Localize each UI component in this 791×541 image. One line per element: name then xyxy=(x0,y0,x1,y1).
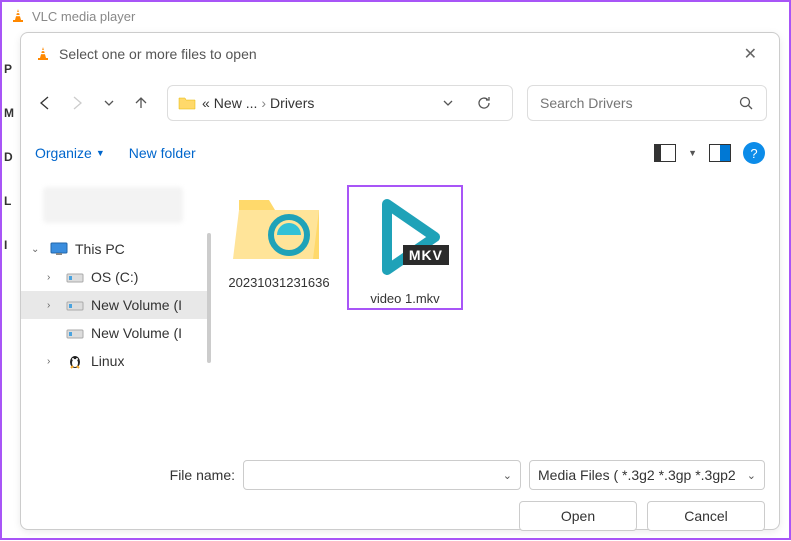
scrollbar[interactable] xyxy=(207,233,211,363)
filename-input[interactable]: ⌄ xyxy=(243,460,521,490)
recent-dropdown[interactable] xyxy=(97,91,121,115)
path-seg2[interactable]: Drivers xyxy=(270,95,314,111)
help-button[interactable]: ? xyxy=(743,142,765,164)
content-area: ⌄ This PC › OS (C:) › New Volume (I › xyxy=(21,175,779,453)
dialog-titlebar: Select one or more files to open ✕ xyxy=(21,33,779,75)
preview-pane-button[interactable] xyxy=(709,144,731,162)
tree-os-drive[interactable]: › OS (C:) xyxy=(21,263,211,291)
tree-new-volume-2[interactable]: › New Volume (I xyxy=(21,319,211,347)
back-button[interactable] xyxy=(33,91,57,115)
drive-icon xyxy=(65,296,85,314)
tree-linux[interactable]: › Linux xyxy=(21,347,211,375)
open-button[interactable]: Open xyxy=(519,501,637,531)
folder-icon xyxy=(231,185,327,269)
path-prefix: « xyxy=(202,95,210,111)
organize-menu[interactable]: Organize ▼ xyxy=(35,145,105,161)
search-icon xyxy=(738,95,754,111)
drive-icon xyxy=(65,268,85,286)
action-row: Open Cancel xyxy=(21,497,779,541)
vlc-cone-icon xyxy=(10,8,26,24)
folder-icon xyxy=(178,95,196,111)
view-mode-button[interactable] xyxy=(654,144,676,162)
search-input[interactable] xyxy=(540,95,730,111)
file-label: 20231031231636 xyxy=(228,275,329,290)
chevron-down-icon: ⌄ xyxy=(747,469,756,482)
side-letters: P M D L I xyxy=(4,62,14,252)
chevron-right-icon[interactable]: › xyxy=(47,356,59,367)
breadcrumb-path[interactable]: « New ... › Drivers xyxy=(167,85,513,121)
chevron-down-icon[interactable] xyxy=(442,97,454,109)
up-button[interactable] xyxy=(129,91,153,115)
chevron-right-icon[interactable]: › xyxy=(47,300,59,311)
dialog-title: Select one or more files to open xyxy=(59,46,257,62)
file-list: 20231031231636 MKV video 1.mkv xyxy=(211,175,779,453)
filename-row: File name: ⌄ Media Files ( *.3g2 *.3gp *… xyxy=(21,453,779,497)
new-folder-button[interactable]: New folder xyxy=(129,145,196,161)
path-seg1[interactable]: New ... xyxy=(214,95,258,111)
vlc-titlebar: VLC media player xyxy=(2,2,789,30)
filename-label: File name: xyxy=(35,467,235,483)
filetype-select[interactable]: Media Files ( *.3g2 *.3gp *.3gp2 ⌄ xyxy=(529,460,765,490)
file-label: video 1.mkv xyxy=(370,291,439,306)
mkv-badge: MKV xyxy=(403,245,449,265)
vlc-cone-icon xyxy=(35,46,51,62)
file-open-dialog: Select one or more files to open ✕ « New… xyxy=(20,32,780,530)
drive-icon xyxy=(65,324,85,342)
pc-icon xyxy=(49,240,69,258)
chevron-right-icon: › xyxy=(261,95,266,111)
cancel-button[interactable]: Cancel xyxy=(647,501,765,531)
file-folder-item[interactable]: 20231031231636 xyxy=(221,185,337,290)
tree-this-pc[interactable]: ⌄ This PC xyxy=(21,235,211,263)
window-title: VLC media player xyxy=(32,9,135,24)
chevron-down-icon[interactable]: ⌄ xyxy=(503,469,512,482)
file-video-item[interactable]: MKV video 1.mkv xyxy=(347,185,463,310)
close-button[interactable]: ✕ xyxy=(736,40,765,68)
toolbar: Organize ▼ New folder ▼ ? xyxy=(21,131,779,175)
sidebar-tree: ⌄ This PC › OS (C:) › New Volume (I › xyxy=(21,175,211,453)
view-dropdown-icon[interactable]: ▼ xyxy=(688,148,697,158)
tree-new-volume-1[interactable]: › New Volume (I xyxy=(21,291,211,319)
search-box[interactable] xyxy=(527,85,767,121)
forward-button[interactable] xyxy=(65,91,89,115)
refresh-button[interactable] xyxy=(472,91,496,115)
chevron-right-icon[interactable]: › xyxy=(47,272,59,283)
chevron-down-icon[interactable]: ⌄ xyxy=(31,244,43,255)
blurred-item xyxy=(43,187,183,223)
linux-icon xyxy=(65,352,85,370)
video-file-icon: MKV xyxy=(357,189,453,285)
navigation-row: « New ... › Drivers xyxy=(21,75,779,131)
